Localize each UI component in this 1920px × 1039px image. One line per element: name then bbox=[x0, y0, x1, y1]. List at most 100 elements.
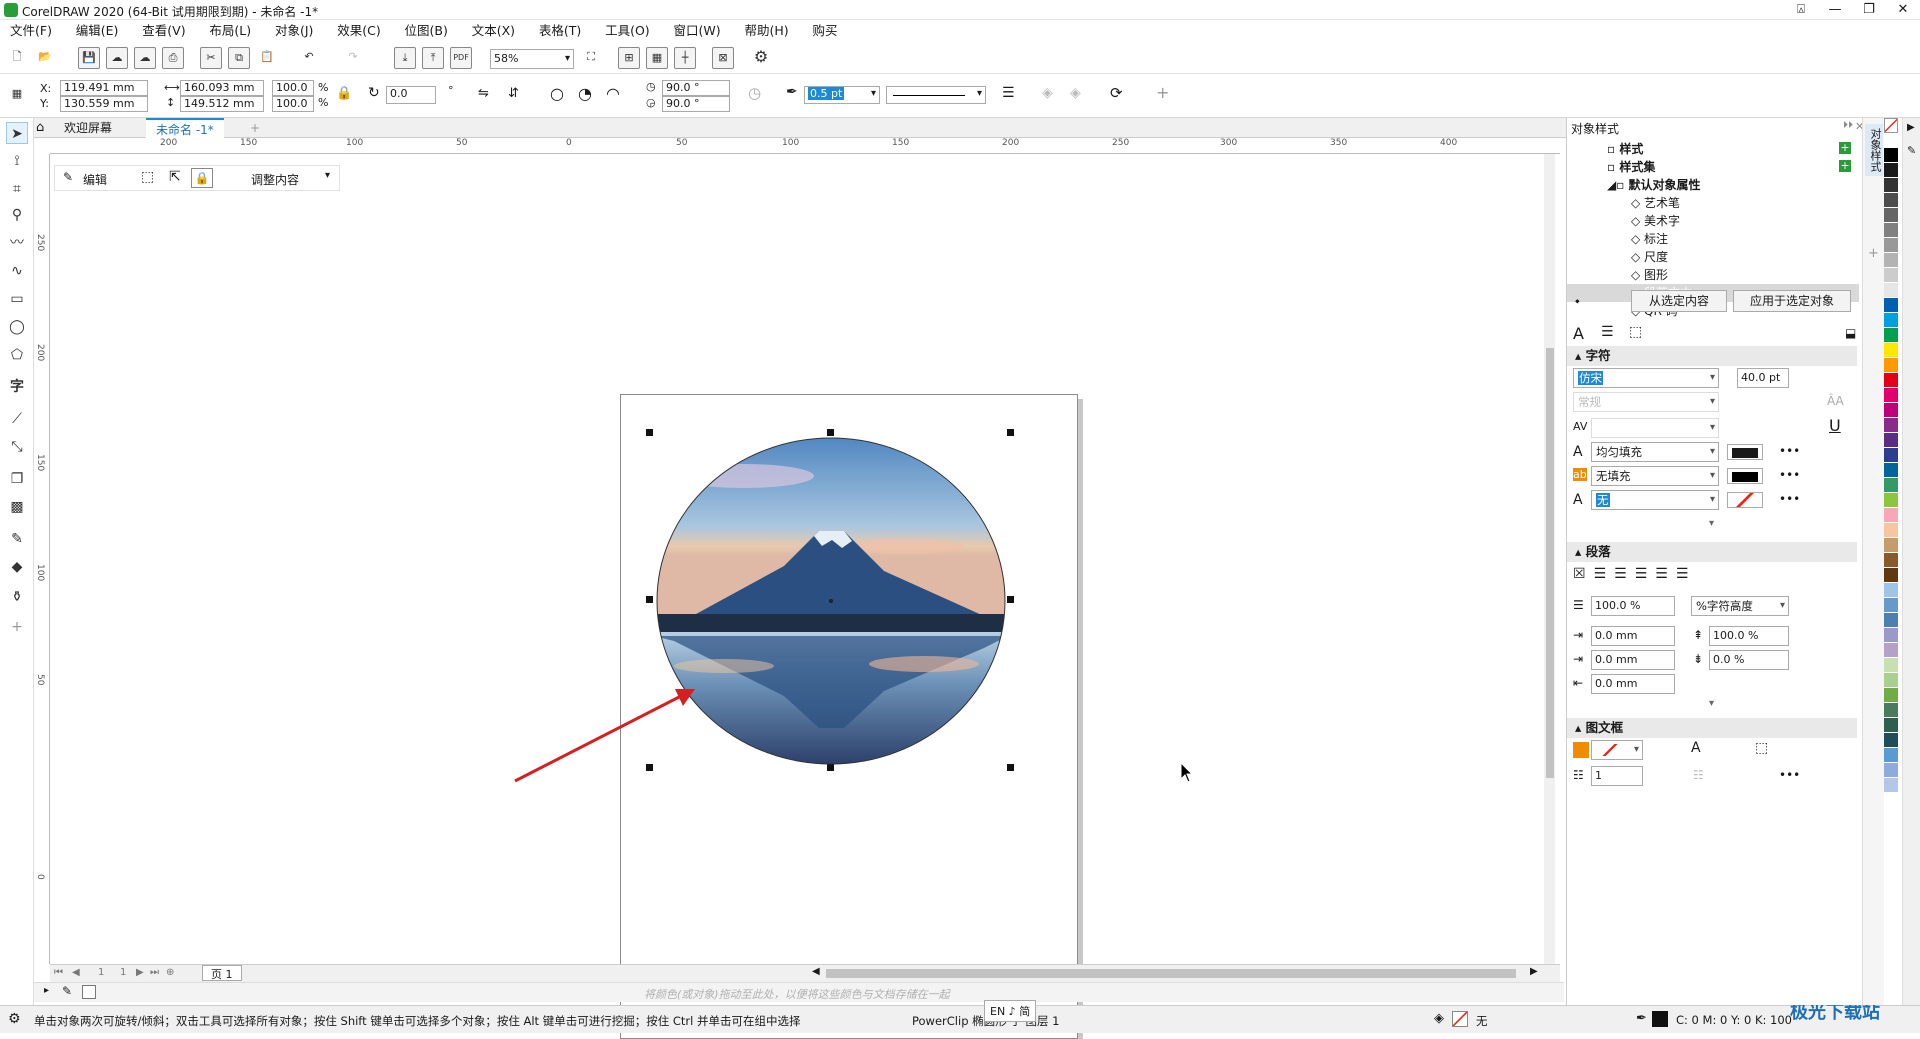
paste-icon[interactable]: 📋 bbox=[256, 47, 278, 69]
color-swatch[interactable] bbox=[1884, 583, 1898, 598]
first-line-indent-field[interactable]: 0.0 mm bbox=[1591, 626, 1675, 646]
print-icon[interactable]: ⎙ bbox=[162, 47, 184, 69]
parallel-dimension-icon[interactable]: ⟋ bbox=[6, 408, 28, 430]
rulers-icon[interactable]: ⊞ bbox=[618, 47, 640, 69]
minimize-button[interactable]: — bbox=[1818, 0, 1852, 20]
import-icon[interactable]: ⤓ bbox=[394, 47, 416, 69]
color-swatch[interactable] bbox=[1884, 298, 1898, 313]
artistic-media-icon[interactable]: ∿ bbox=[6, 260, 28, 282]
mirror-vertical-icon[interactable]: ⇵ bbox=[508, 86, 519, 101]
page-tab[interactable]: 页 1 bbox=[202, 965, 242, 981]
menu-layout[interactable]: 布局(L) bbox=[199, 20, 261, 42]
menu-buy[interactable]: 购买 bbox=[802, 20, 847, 42]
edit-powerclip-button[interactable]: 编辑 bbox=[83, 171, 107, 188]
font-features-icon[interactable]: ÂA bbox=[1827, 394, 1844, 408]
smart-fill-icon[interactable]: ⚱ bbox=[6, 586, 28, 608]
color-swatch[interactable] bbox=[1884, 463, 1898, 478]
menu-edit[interactable]: 编辑(E) bbox=[66, 20, 129, 42]
color-swatch[interactable] bbox=[1884, 673, 1898, 688]
more-options-icon[interactable]: ••• bbox=[1779, 468, 1800, 482]
tree-item-styles[interactable]: ▫ 样式 bbox=[1607, 140, 1859, 158]
right-indent-field[interactable]: 0.0 mm bbox=[1591, 674, 1675, 694]
outline-width-select[interactable]: 0.5 pt ▾ bbox=[804, 86, 880, 104]
open-icon[interactable]: 📂 bbox=[34, 47, 56, 69]
menu-help[interactable]: 帮助(H) bbox=[734, 20, 798, 42]
restore-button[interactable]: ❐ bbox=[1852, 0, 1886, 20]
more-options-icon[interactable]: ••• bbox=[1779, 444, 1800, 458]
drawing-canvas[interactable] bbox=[50, 154, 1555, 1039]
tab-document[interactable]: 未命名 -1* bbox=[146, 118, 224, 138]
pdf-icon[interactable]: PDF bbox=[450, 47, 472, 69]
zoom-level-select[interactable]: 58% ▾ bbox=[490, 49, 574, 69]
color-swatch[interactable] bbox=[1884, 493, 1898, 508]
outline-color-swatch[interactable] bbox=[1727, 492, 1763, 508]
pick-tool-icon[interactable]: ➤ bbox=[6, 122, 28, 144]
menu-text[interactable]: 文本(X) bbox=[462, 20, 525, 42]
color-swatch[interactable] bbox=[1884, 613, 1898, 628]
kerning-select[interactable] bbox=[1591, 418, 1719, 438]
underline-icon[interactable]: U bbox=[1829, 416, 1841, 435]
copy-icon[interactable]: ⧉ bbox=[228, 47, 250, 69]
adjust-contents-button[interactable]: 调整内容 bbox=[251, 171, 299, 188]
before-spacing-field[interactable]: 100.0 % bbox=[1709, 626, 1789, 646]
zoom-full-page-icon[interactable]: ⛶ bbox=[580, 47, 602, 69]
rectangle-tool-icon[interactable]: ▭ bbox=[6, 288, 28, 310]
tree-item-artistic-media[interactable]: ◇ 艺术笔 bbox=[1607, 194, 1859, 212]
settings-gear-icon[interactable]: ⚙ bbox=[8, 1011, 21, 1027]
color-swatch[interactable] bbox=[1884, 178, 1898, 193]
options-gear-icon[interactable]: ⚙ bbox=[750, 47, 772, 69]
line-spacing-unit-select[interactable]: %字符高度 bbox=[1691, 596, 1789, 616]
object-origin-icon[interactable]: ▦ bbox=[6, 84, 28, 106]
text-fill-color-swatch[interactable] bbox=[1727, 444, 1763, 460]
palette-scroll-right-icon[interactable]: ▶ bbox=[1907, 122, 1915, 133]
undo-icon[interactable]: ↶ bbox=[298, 47, 320, 69]
new-document-icon[interactable]: 🗋 bbox=[6, 47, 28, 69]
apply-to-selected-button[interactable]: 应用于选定对象 bbox=[1733, 290, 1851, 312]
more-options-icon[interactable]: ••• bbox=[1779, 768, 1800, 782]
paragraph-tab-icon[interactable]: ☰ bbox=[1601, 324, 1614, 340]
color-swatch[interactable] bbox=[1884, 478, 1898, 493]
text-fill-type-select[interactable]: 均匀填充 bbox=[1591, 442, 1719, 462]
text-tool-icon[interactable]: 字 bbox=[6, 376, 28, 398]
align-justify-icon[interactable]: ☰ bbox=[1655, 566, 1668, 582]
shape-tool-icon[interactable]: ⟟ bbox=[6, 150, 28, 172]
character-section-header[interactable]: ▴ 字符 bbox=[1567, 346, 1857, 366]
add-style-set-icon[interactable]: + bbox=[1839, 160, 1851, 172]
expand-more-icon[interactable]: ▾ bbox=[1709, 518, 1714, 529]
scroll-right-icon[interactable]: ▶ bbox=[1530, 966, 1538, 977]
expand-more-icon[interactable]: ▾ bbox=[1709, 698, 1714, 709]
color-swatch[interactable] bbox=[1884, 703, 1898, 718]
font-size-field[interactable]: 40.0 pt bbox=[1737, 368, 1789, 388]
no-color-swatch[interactable] bbox=[1884, 118, 1898, 133]
horizontal-scrollbar-thumb[interactable] bbox=[826, 969, 1516, 978]
redo-icon[interactable]: ↷ bbox=[342, 47, 364, 69]
interactive-fill-icon[interactable]: ◆ bbox=[6, 556, 28, 578]
pie-icon[interactable]: ◔ bbox=[578, 84, 592, 103]
home-icon[interactable]: ⌂ bbox=[36, 120, 44, 135]
ellipse-icon[interactable]: ○ bbox=[550, 84, 564, 103]
guidelines-icon[interactable]: ┼ bbox=[674, 47, 696, 69]
eyedropper-icon[interactable]: ✎ bbox=[1907, 144, 1916, 157]
color-swatch[interactable] bbox=[1884, 283, 1898, 298]
color-swatch[interactable] bbox=[1884, 643, 1898, 658]
snap-off-icon[interactable]: ⊠ bbox=[712, 47, 734, 69]
font-style-select[interactable]: 常规 bbox=[1573, 392, 1719, 412]
color-swatch[interactable] bbox=[1884, 328, 1898, 343]
ellipse-tool-icon[interactable]: ◯ bbox=[6, 316, 28, 338]
docker-tab-object-styles[interactable]: 对象样式 bbox=[1865, 124, 1883, 176]
cloud-icon[interactable]: ☁ bbox=[106, 47, 128, 69]
vertical-scrollbar[interactable] bbox=[1544, 154, 1555, 964]
height-field[interactable]: 149.512 mm bbox=[180, 96, 264, 112]
align-none-icon[interactable]: ☒ bbox=[1573, 566, 1586, 582]
apply-icon[interactable]: ⬩ bbox=[1575, 294, 1580, 309]
align-right-icon[interactable]: ☰ bbox=[1635, 566, 1648, 582]
color-swatch[interactable] bbox=[1884, 388, 1898, 403]
columns-field[interactable]: 1 bbox=[1591, 766, 1643, 786]
cloud-upload-icon[interactable]: ☁ bbox=[134, 47, 156, 69]
scale-height-field[interactable]: 100.0 bbox=[272, 96, 314, 112]
tree-item-dimension[interactable]: ◇ 尺度 bbox=[1607, 248, 1859, 266]
frame-text-icon[interactable]: A bbox=[1691, 740, 1701, 756]
palette-menu-icon[interactable]: ▸ bbox=[44, 985, 49, 996]
docker-collapse-icon[interactable]: ⏵⏵ bbox=[1843, 120, 1853, 131]
transparency-icon[interactable]: ▩ bbox=[6, 496, 28, 518]
